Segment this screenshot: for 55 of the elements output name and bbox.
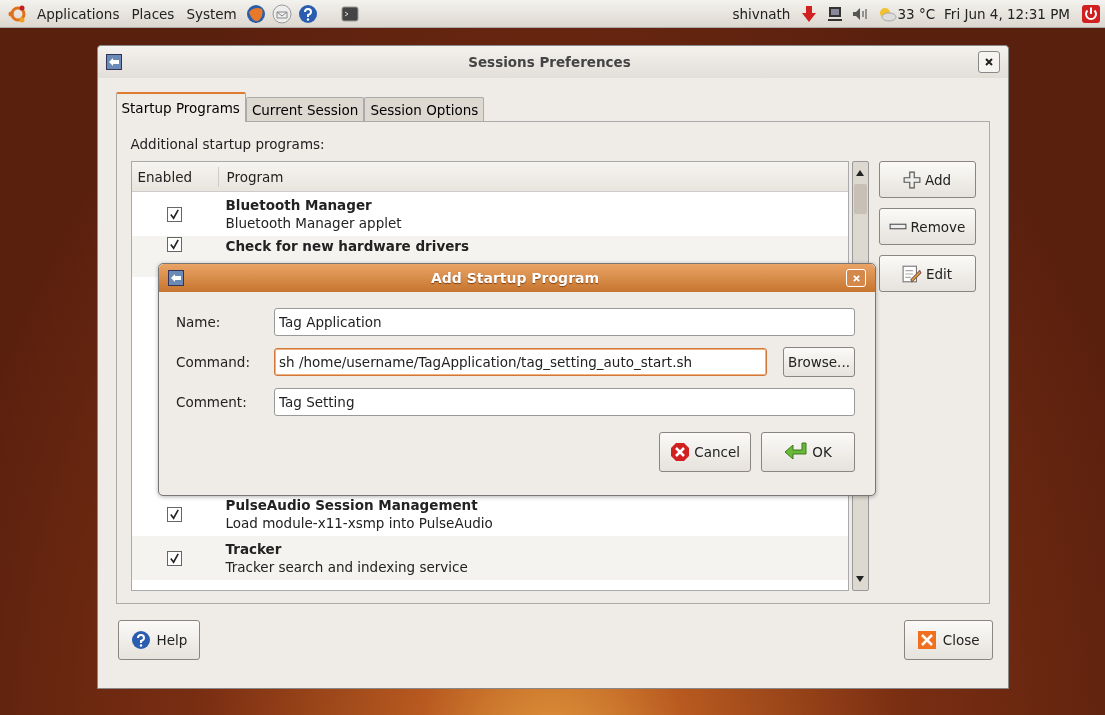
scrollbar-thumb[interactable]	[853, 184, 867, 214]
ok-button[interactable]: OK	[761, 432, 855, 472]
column-header[interactable]: Enabled	[131, 166, 219, 187]
program-name: Check for new hardware drivers	[225, 237, 470, 255]
checkbox[interactable]	[167, 550, 182, 566]
program-name: Bluetooth Manager	[225, 196, 373, 214]
user-name[interactable]: shivnath	[729, 5, 794, 22]
power-icon[interactable]	[1081, 3, 1101, 24]
remove-button[interactable]: Remove	[878, 208, 976, 245]
help-icon	[130, 630, 151, 650]
panel-menu[interactable]: System	[183, 5, 240, 22]
close-icon	[916, 630, 937, 650]
input-field[interactable]: Tag Application	[274, 308, 855, 336]
close-button[interactable]: Close	[903, 620, 993, 660]
dialog-title: Add Startup Program	[429, 270, 601, 286]
tab[interactable]: Session Options	[364, 97, 485, 121]
tab[interactable]: Startup Programs	[115, 92, 246, 122]
checkbox[interactable]	[167, 506, 182, 522]
enter-arrow-icon	[784, 442, 809, 462]
panel-menu[interactable]: Places	[128, 5, 178, 22]
field-label: Command:	[176, 354, 251, 370]
window-menu-icon[interactable]	[105, 54, 122, 70]
help-button[interactable]: Help	[117, 620, 201, 660]
edit-button[interactable]: Edit	[878, 255, 976, 292]
column-header[interactable]: Program	[218, 168, 284, 185]
minus-icon	[888, 222, 907, 231]
checkbox[interactable]	[167, 237, 182, 252]
logo-icon[interactable]	[8, 3, 28, 24]
program-description: Bluetooth Manager applet	[225, 214, 402, 232]
add-button[interactable]: Add	[878, 161, 976, 198]
checkbox[interactable]	[167, 206, 182, 222]
globe-icon[interactable]	[245, 3, 266, 24]
window-title: Sessions Preferences	[467, 54, 632, 70]
terminal-icon[interactable]	[339, 3, 360, 24]
cancel-icon	[670, 442, 691, 462]
section-label: Additional startup programs:	[130, 136, 326, 152]
input-field[interactable]: sh /home/username/TagApplication/tag_setting_auto_start.sh	[274, 348, 767, 376]
program-description: Load module-x11-xsmp into PulseAudio	[225, 514, 493, 532]
help-icon[interactable]	[297, 3, 318, 24]
browse-button[interactable]: Browse...	[782, 347, 855, 377]
panel-menu[interactable]: Applications	[34, 5, 123, 22]
field-label: Comment:	[176, 394, 248, 410]
program-name: PulseAudio Session Management	[225, 496, 479, 514]
program-name: Tracker	[225, 540, 283, 558]
cancel-button[interactable]: Cancel	[659, 432, 751, 472]
window-menu-icon[interactable]	[168, 270, 184, 286]
field-label: Name:	[176, 314, 222, 330]
clock[interactable]: Fri Jun 4, 12:31 PM	[941, 5, 1073, 22]
temperature[interactable]: 33 °C	[897, 5, 936, 22]
tab[interactable]: Current Session	[245, 97, 365, 121]
edit-icon	[901, 264, 922, 283]
close-icon[interactable]	[977, 51, 1000, 73]
input-field[interactable]: Tag Setting	[274, 388, 855, 416]
plus-icon	[902, 170, 921, 189]
program-description: Tracker search and indexing service	[225, 558, 468, 576]
